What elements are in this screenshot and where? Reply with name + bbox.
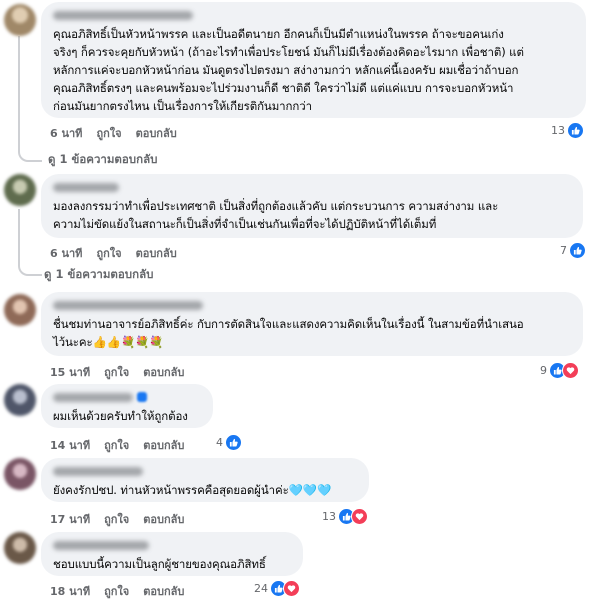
like-button[interactable]: ถูกใจ	[104, 363, 129, 381]
comment-time[interactable]: 6 นาที	[50, 124, 82, 142]
thread-branch	[18, 260, 42, 276]
comment-bubble: ยังคงรักปชป. ท่านหัวหน้าพรรคคือสุดยอดผู้…	[41, 458, 369, 502]
comment-actions: 14 นาที ถูกใจ ตอบกลับ	[50, 436, 198, 454]
verified-badge-icon	[137, 392, 147, 402]
reaction-count: 9	[540, 364, 547, 377]
reaction-count: 13	[322, 510, 336, 523]
like-button[interactable]: ถูกใจ	[96, 124, 121, 142]
reply-button[interactable]: ตอบกลับ	[143, 510, 184, 528]
view-replies-link[interactable]: ดู 1 ข้อความตอบกลับ	[44, 151, 157, 169]
like-button[interactable]: ถูกใจ	[104, 582, 129, 600]
view-replies-link[interactable]: ดู 1 ข้อความตอบกลับ	[44, 266, 153, 284]
reaction-count: 7	[560, 244, 567, 257]
comment-text: คุณอภิสิทธิ์เป็นหัวหน้าพรรค และเป็นอดีตน…	[53, 27, 524, 113]
reaction-summary[interactable]: 7	[558, 242, 588, 259]
comment-time[interactable]: 15 นาที	[50, 363, 90, 381]
like-button[interactable]: ถูกใจ	[96, 244, 121, 262]
reaction-summary[interactable]: 4	[214, 434, 244, 451]
comment-bubble: ชอบแบบนี้ความเป็นลูกผู้ชายของคุณอภิสิทธิ…	[41, 532, 303, 576]
avatar[interactable]	[4, 458, 36, 490]
reaction-summary[interactable]: 13	[320, 508, 370, 525]
like-reaction-icon	[567, 122, 584, 139]
avatar[interactable]	[4, 294, 36, 326]
reaction-summary[interactable]: 9	[538, 362, 581, 379]
avatar[interactable]	[4, 384, 36, 416]
reaction-summary[interactable]: 13	[549, 122, 586, 139]
avatar[interactable]	[4, 174, 36, 206]
comment-time[interactable]: 17 นาที	[50, 510, 90, 528]
comment-author[interactable]	[53, 390, 201, 404]
comment-author[interactable]	[53, 538, 291, 552]
comment-bubble: ผมเห็นด้วยครับทำให้ถูกต้อง	[41, 384, 213, 428]
love-reaction-icon	[562, 362, 579, 379]
reply-button[interactable]: ตอบกลับ	[143, 436, 184, 454]
comment-actions: 15 นาที ถูกใจ ตอบกลับ	[50, 363, 198, 381]
comment-actions: 6 นาที ถูกใจ ตอบกลับ	[50, 124, 191, 142]
comment-text: ชอบแบบนี้ความเป็นลูกผู้ชายของคุณอภิสิทธิ…	[53, 557, 266, 571]
like-button[interactable]: ถูกใจ	[104, 510, 129, 528]
comment-text: ชื่นชมท่านอาจารย์อภิสิทธิ์ค่ะ กับการตัดส…	[53, 317, 524, 349]
reply-button[interactable]: ตอบกลับ	[143, 582, 184, 600]
avatar[interactable]	[4, 4, 36, 36]
comment-actions: 18 นาที ถูกใจ ตอบกลับ	[50, 582, 198, 600]
comment-bubble: ชื่นชมท่านอาจารย์อภิสิทธิ์ค่ะ กับการตัดส…	[41, 292, 583, 356]
love-reaction-icon	[351, 508, 368, 525]
comment-author[interactable]	[53, 298, 571, 312]
like-reaction-icon	[225, 434, 242, 451]
thread-line	[18, 209, 20, 262]
reaction-count: 13	[551, 124, 565, 137]
comment-actions: 6 นาที ถูกใจ ตอบกลับ	[50, 244, 191, 262]
comment-time[interactable]: 6 นาที	[50, 244, 82, 262]
comment-bubble: คุณอภิสิทธิ์เป็นหัวหน้าพรรค และเป็นอดีตน…	[41, 2, 586, 118]
comment-author[interactable]	[53, 180, 571, 194]
comment-actions: 17 นาที ถูกใจ ตอบกลับ	[50, 510, 198, 528]
comment-text: มองลงกรรมว่าทำเพื่อประเทศชาติ เป็นสิ่งที…	[53, 199, 499, 231]
thread-branch	[18, 146, 42, 162]
reply-button[interactable]: ตอบกลับ	[143, 363, 184, 381]
reaction-count: 4	[216, 436, 223, 449]
like-reaction-icon	[569, 242, 586, 259]
comment-bubble: มองลงกรรมว่าทำเพื่อประเทศชาติ เป็นสิ่งที…	[41, 174, 583, 238]
thread-line	[18, 36, 20, 148]
reply-button[interactable]: ตอบกลับ	[136, 124, 177, 142]
comment-text: ผมเห็นด้วยครับทำให้ถูกต้อง	[53, 409, 188, 423]
like-button[interactable]: ถูกใจ	[104, 436, 129, 454]
comment-time[interactable]: 14 นาที	[50, 436, 90, 454]
comment-text: ยังคงรักปชป. ท่านหัวหน้าพรรคคือสุดยอดผู้…	[53, 483, 332, 497]
reply-button[interactable]: ตอบกลับ	[136, 244, 177, 262]
comment-time[interactable]: 18 นาที	[50, 582, 90, 600]
comment-author[interactable]	[53, 464, 357, 478]
comment-author[interactable]	[53, 8, 574, 22]
avatar[interactable]	[4, 532, 36, 564]
